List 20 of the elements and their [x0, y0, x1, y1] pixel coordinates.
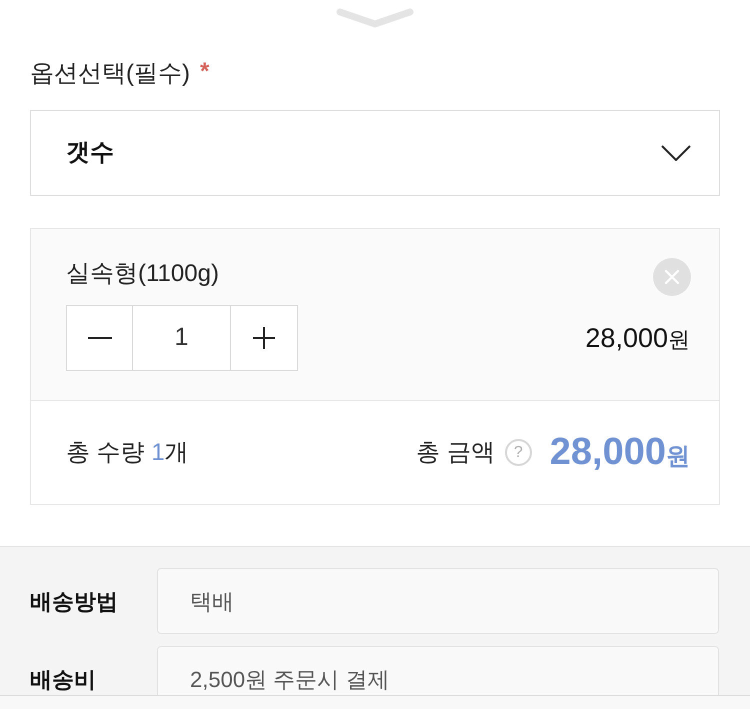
required-mark: *: [200, 60, 210, 84]
total-quantity: 총 수량 1개: [66, 438, 189, 468]
delivery-label: 배송비: [30, 666, 96, 694]
total-amount: 28,000원: [550, 430, 690, 475]
option-dropdown[interactable]: 갯수: [30, 110, 720, 196]
option-name: 실속형(1100g): [66, 259, 219, 289]
total-amount-label: 총 금액: [416, 438, 495, 468]
minus-icon: [88, 337, 112, 339]
option-price: 28,000원: [585, 322, 690, 355]
chevron-down-icon[interactable]: [336, 8, 414, 30]
delivery-field: 택배: [157, 568, 719, 634]
decrease-button[interactable]: [66, 305, 133, 371]
plus-icon: [253, 327, 275, 349]
quantity-field[interactable]: 1: [133, 305, 230, 371]
chevron-down-icon: [661, 145, 691, 161]
close-icon[interactable]: [653, 258, 691, 296]
option-select-label: 옵션선택(필수): [30, 59, 190, 89]
delivery-field: 2,500원 주문시 결제: [157, 646, 719, 695]
increase-button[interactable]: [230, 305, 298, 371]
delivery-label: 배송방법: [30, 588, 118, 616]
